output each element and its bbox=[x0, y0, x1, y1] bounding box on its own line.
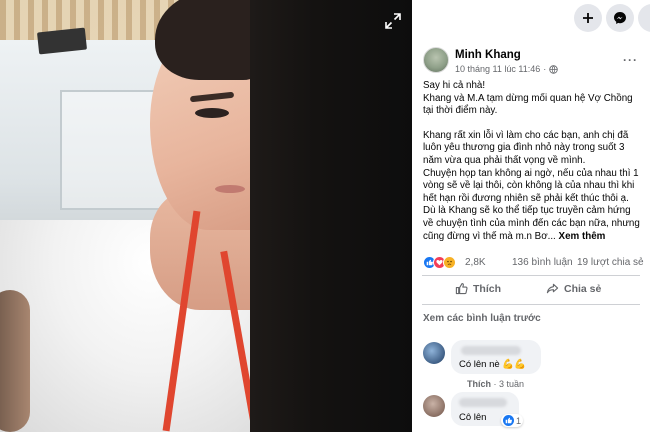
reaction-count[interactable]: 2,8K bbox=[465, 257, 486, 268]
share-count[interactable]: 19 lượt chia sẻ bbox=[577, 257, 644, 268]
comment-bubble: Có lên nè 💪💪 bbox=[451, 340, 541, 374]
create-button[interactable] bbox=[574, 4, 602, 32]
like-label: Thích bbox=[473, 282, 501, 295]
post-paragraph-tail: Chuyện họp tan không ai ngờ, nếu của nha… bbox=[423, 168, 642, 244]
like-button[interactable]: Thích bbox=[455, 282, 501, 295]
post-actions: Thích Chia sẻ bbox=[422, 275, 640, 306]
messenger-button[interactable] bbox=[606, 4, 634, 32]
sad-reaction-icon bbox=[443, 256, 456, 270]
reaction-icons[interactable] bbox=[423, 256, 456, 270]
post-paragraph: Say hi cả nhà! Khang và M.A tạm dừng mối… bbox=[423, 80, 633, 117]
post-timestamp[interactable]: 10 tháng 11 lúc 11:46 bbox=[455, 64, 540, 74]
post-meta: 10 tháng 11 lúc 11:46 · bbox=[455, 64, 558, 74]
share-label: Chia sẻ bbox=[564, 282, 602, 295]
post-stats: 2,8K 136 bình luận 19 lượt chia sẻ bbox=[412, 253, 650, 275]
expand-icon bbox=[385, 13, 401, 29]
comment-like-icon bbox=[503, 415, 514, 426]
thumbs-up-icon bbox=[455, 283, 468, 295]
comment-item: Có lên nè 💪💪 Thích · 3 tuần bbox=[423, 340, 643, 400]
post-options-button[interactable]: ··· bbox=[623, 53, 638, 67]
photo-arm bbox=[0, 290, 30, 432]
plus-icon bbox=[583, 13, 593, 23]
post-text: Say hi cả nhà! Khang và M.A tạm dừng mối… bbox=[412, 80, 650, 243]
photo-viewer bbox=[0, 0, 412, 432]
share-button[interactable]: Chia sẻ bbox=[546, 282, 601, 295]
comment-like-badge[interactable]: 1 bbox=[501, 414, 524, 427]
commenter-avatar[interactable] bbox=[423, 342, 445, 364]
comment-like-action[interactable]: Thích bbox=[467, 379, 491, 389]
comment-like-count: 1 bbox=[516, 415, 522, 426]
commenter-name-blurred bbox=[461, 346, 521, 355]
expand-button[interactable] bbox=[383, 11, 403, 31]
globe-icon bbox=[549, 64, 558, 74]
photo-hair bbox=[155, 0, 250, 80]
author-avatar[interactable] bbox=[423, 47, 449, 73]
author-name[interactable]: Minh Khang bbox=[455, 49, 521, 61]
comment-text: Có lên nè 💪💪 bbox=[459, 359, 526, 370]
comment-text: Cô lên bbox=[459, 412, 487, 423]
commenter-name-blurred bbox=[459, 398, 507, 407]
comment-time[interactable]: 3 tuần bbox=[499, 379, 524, 389]
view-previous-comments-link[interactable]: Xem các bình luận trước bbox=[423, 313, 650, 324]
post-photo[interactable] bbox=[0, 0, 250, 432]
comment-count[interactable]: 136 bình luận bbox=[512, 257, 573, 268]
post-paragraph: Chuyện họp tan không ai ngờ, nếu của nha… bbox=[423, 167, 640, 242]
post-paragraph: Khang rất xin lỗi vì làm cho các bạn, an… bbox=[423, 129, 629, 166]
meta-separator: · bbox=[543, 64, 547, 74]
account-button[interactable] bbox=[638, 4, 650, 32]
top-bar bbox=[412, 0, 650, 38]
photo-dark-area bbox=[250, 0, 412, 432]
share-icon bbox=[546, 283, 559, 294]
see-more-link[interactable]: Xem thêm bbox=[559, 231, 606, 242]
photo-eye bbox=[195, 108, 229, 118]
post-panel: Minh Khang 10 tháng 11 lúc 11:46 · ··· S… bbox=[412, 0, 650, 432]
photo-mouth bbox=[215, 185, 245, 193]
comment-item: Cô lên 1 bbox=[423, 392, 643, 432]
post-header: Minh Khang 10 tháng 11 lúc 11:46 · ··· bbox=[412, 38, 650, 80]
messenger-icon bbox=[614, 12, 626, 24]
comment-actions: Thích · 3 tuần bbox=[467, 379, 524, 389]
commenter-avatar[interactable] bbox=[423, 395, 445, 417]
